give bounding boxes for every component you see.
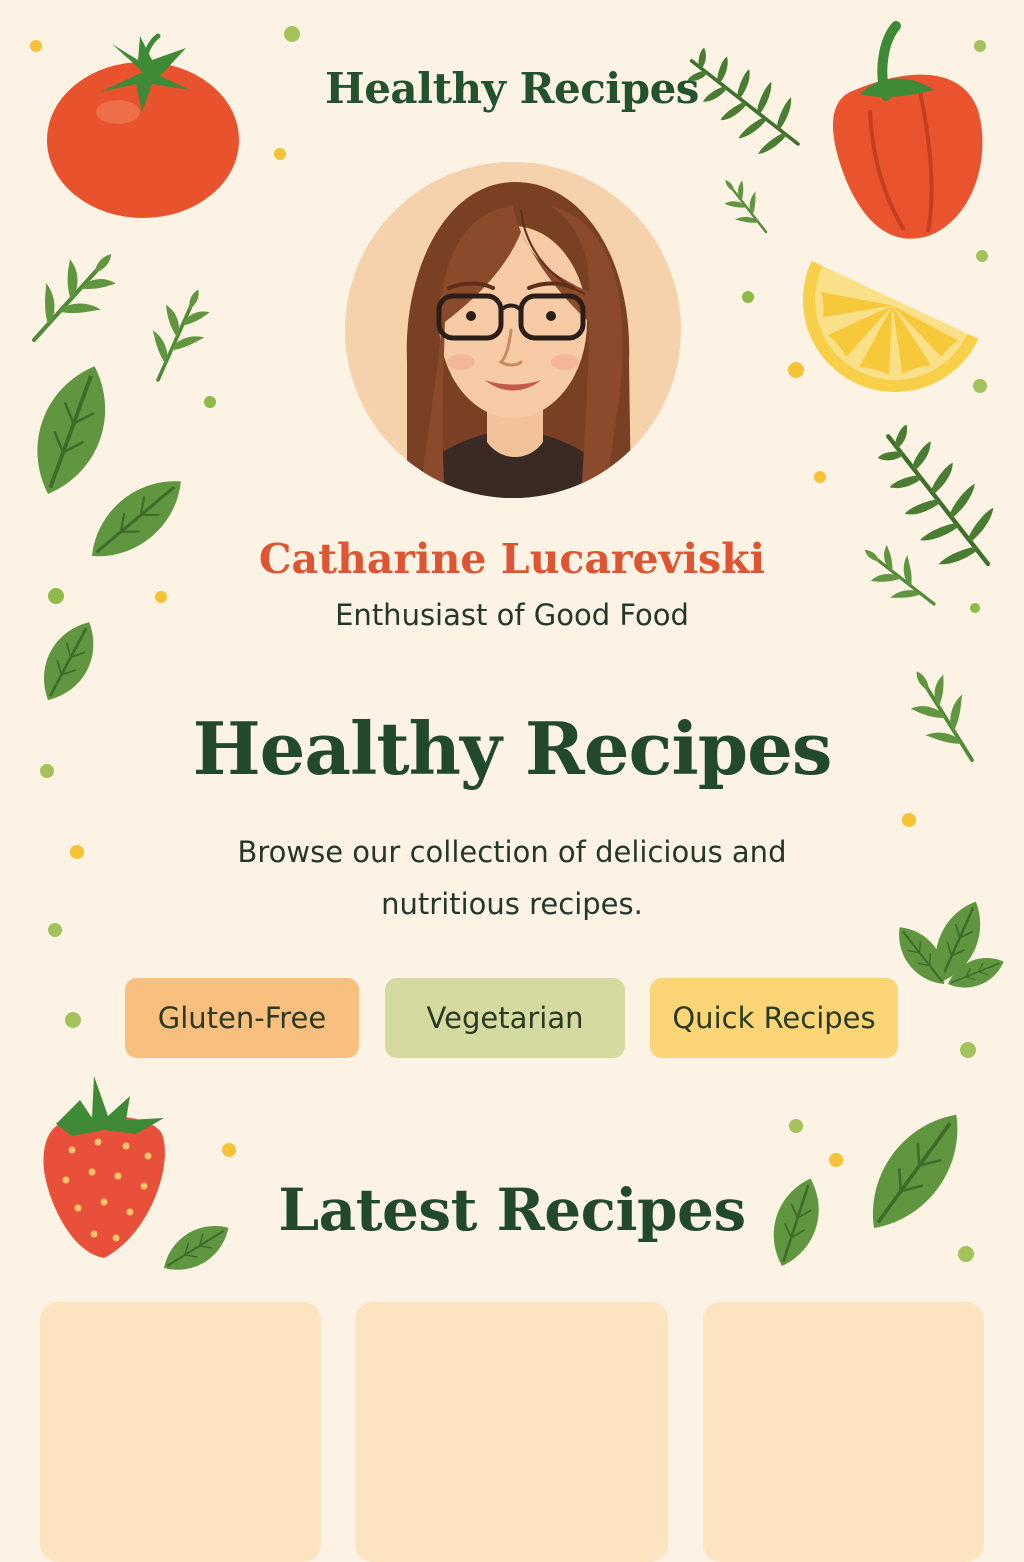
recipe-card[interactable] [355, 1302, 668, 1562]
latest-recipes-heading: Latest Recipes [278, 1176, 746, 1244]
filter-gluten-free-button[interactable]: Gluten-Free [125, 978, 359, 1058]
site-title: Healthy Recipes [325, 64, 699, 113]
filter-vegetarian-button[interactable]: Vegetarian [385, 978, 625, 1058]
avatar-portrait [405, 182, 631, 498]
author-avatar[interactable] [345, 162, 681, 498]
recipe-card[interactable] [40, 1302, 321, 1562]
hero-description: Browse our collection of delicious and n… [237, 835, 787, 921]
author-tagline: Enthusiast of Good Food [335, 598, 689, 632]
recipe-card[interactable] [703, 1302, 984, 1562]
filter-quick-recipes-button[interactable]: Quick Recipes [650, 978, 898, 1058]
author-name: Catharine Lucareviski [258, 535, 766, 583]
lemon-slice-icon [803, 261, 979, 392]
hero-title: Healthy Recipes [192, 706, 833, 791]
bell-pepper-icon [833, 21, 983, 239]
